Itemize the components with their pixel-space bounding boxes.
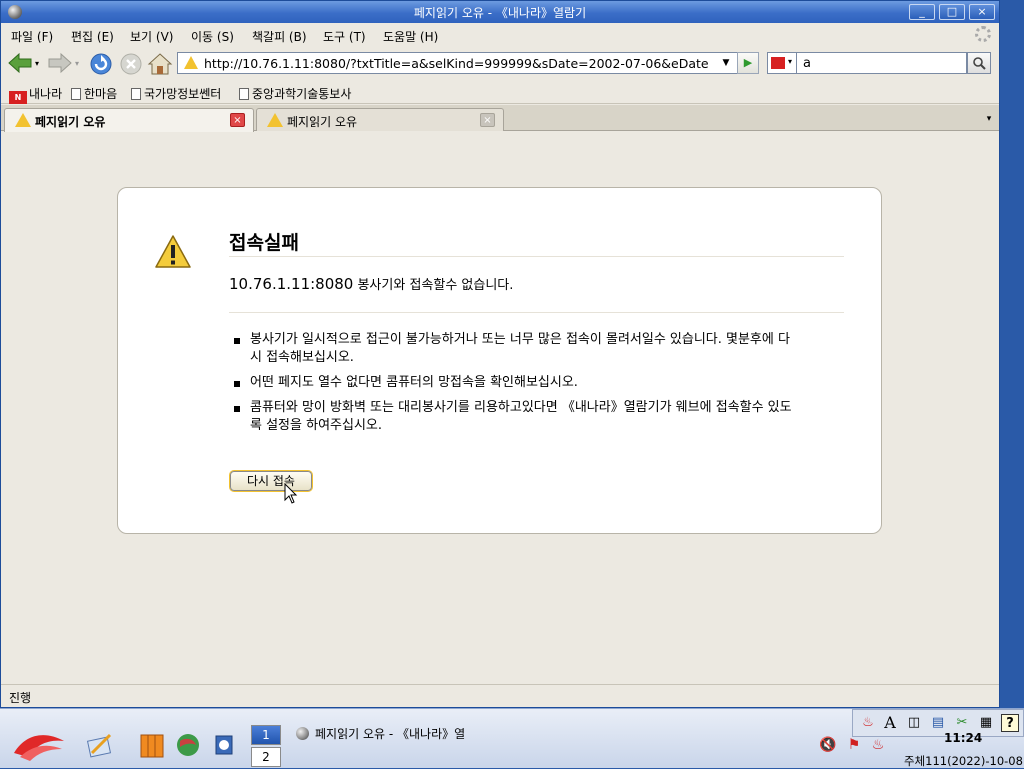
list-item: 봉사기가 일시적으로 접근이 불가능하거나 또는 너무 많은 접속이 몰려서일수… [234, 331, 794, 367]
menu-tools[interactable]: 도구 (T) [323, 28, 366, 45]
warning-icon [155, 235, 191, 268]
taskbar-window-button[interactable]: 페지읽기 오유 - 《내나라》열 [296, 725, 496, 747]
tab-label: 페지읽기 오유 [287, 115, 358, 129]
clock-time: 11:24 [944, 731, 983, 745]
tab-close-icon[interactable]: × [480, 113, 495, 127]
clock-date: 주체111(2022)-10-08 [904, 754, 1023, 768]
naenara-logo-icon: N [9, 91, 27, 104]
search-input[interactable]: a [797, 52, 967, 74]
start-menu-icon[interactable] [10, 727, 68, 763]
editor-launcher-icon[interactable] [86, 731, 114, 759]
tab-warning-icon [267, 113, 283, 127]
retry-button[interactable]: 다시 접속 [230, 471, 312, 491]
tools-icon[interactable]: ✂ [953, 714, 971, 732]
taskbar: 1 2 페지읽기 오유 - 《내나라》열 ♨ A ◫ ▤ ✂ ▦ ? 🔇 ⚑ ♨… [0, 708, 1024, 768]
workspace-1[interactable]: 1 [251, 725, 281, 745]
search-input-value: a [803, 56, 811, 71]
notepad-icon[interactable]: ▤ [929, 714, 947, 732]
status-text: 진행 [9, 691, 32, 705]
back-icon[interactable] [7, 52, 33, 74]
tab-1[interactable]: 페지읽기 오유 × [4, 108, 254, 132]
app-globe-icon [296, 727, 309, 740]
volume-muted-icon[interactable]: 🔇 [818, 737, 838, 757]
reload-icon[interactable] [89, 52, 113, 76]
status-bar: 진행 [1, 684, 999, 707]
url-bar[interactable]: http://10.76.1.11:8080/?txtTitle=a&selKi… [177, 52, 759, 74]
tab-warning-icon [15, 113, 31, 127]
menu-file[interactable]: 파일 (F) [11, 28, 53, 45]
bookmark-label: 중앙과학기술통보사 [252, 87, 352, 101]
forward-dropdown-icon[interactable]: ▾ [75, 59, 79, 68]
font-icon[interactable]: A [881, 714, 899, 732]
menu-help[interactable]: 도움말 (H) [383, 28, 438, 45]
tab-label: 페지읽기 오유 [35, 115, 106, 129]
window-split-icon[interactable]: ◫ [905, 714, 923, 732]
minimize-button[interactable]: _ [909, 4, 935, 20]
search-button[interactable] [967, 52, 991, 74]
error-message-text: 봉사기와 접속할수 없습니다. [353, 278, 514, 293]
menu-go[interactable]: 이동 (S) [191, 28, 234, 45]
tab-2[interactable]: 페지읽기 오유 × [256, 108, 504, 131]
bookmarks-toolbar: N 내나라 한마음 국가망정보쎈터 중앙과학기술통보사 [1, 80, 999, 104]
bookmark-hanmaum[interactable]: 한마음 [71, 85, 117, 102]
help-icon[interactable]: ? [1001, 714, 1019, 732]
go-button[interactable]: ▶ [737, 52, 759, 74]
error-host: 10.76.1.11:8080 [229, 275, 354, 293]
page-icon [239, 88, 249, 100]
menu-bar: 파일 (F) 편집 (E) 보기 (V) 이동 (S) 책갈피 (B) 도구 (… [1, 23, 999, 47]
bookmark-science-news[interactable]: 중앙과학기술통보사 [239, 85, 351, 102]
navigation-toolbar: ▾ ▾ http://10.76.1.11:8080/?txtTitle=a&s… [1, 47, 999, 79]
mouse-cursor-icon [284, 483, 298, 504]
bookmark-label: 한마음 [84, 87, 118, 101]
url-history-dropdown[interactable]: ▼ [717, 52, 735, 74]
tab-close-icon[interactable]: × [230, 113, 245, 127]
document-icon[interactable]: ▦ [977, 714, 995, 732]
workspace-2[interactable]: 2 [251, 747, 281, 767]
maximize-button[interactable]: □ [939, 4, 965, 20]
error-title: 접속실패 [229, 232, 299, 254]
tab-list-dropdown[interactable]: ▾ [981, 108, 997, 130]
url-warning-icon [184, 56, 198, 69]
throbber-icon [975, 26, 991, 42]
window-title: 페지읽기 오유 - 《내나라》열람기 [413, 6, 587, 20]
stop-icon[interactable] [119, 52, 143, 76]
error-help-list: 봉사기가 일시적으로 접근이 불가능하거나 또는 너무 많은 접속이 몰려서일수… [234, 331, 794, 442]
forward-icon[interactable] [47, 52, 73, 74]
browser-launcher-icon[interactable] [174, 731, 202, 759]
back-dropdown-icon[interactable]: ▾ [35, 59, 39, 68]
bookmark-national-network[interactable]: 국가망정보쎈터 [131, 85, 221, 102]
search-engine-dropdown-icon: ▾ [788, 57, 793, 66]
media-launcher-icon[interactable] [210, 731, 238, 759]
taskbar-window-title: 페지읽기 오유 - 《내나라》열 [315, 727, 466, 741]
flame-icon[interactable]: ♨ [859, 714, 877, 732]
search-icon [973, 57, 986, 70]
system-tray-panel: ♨ A ◫ ▤ ✂ ▦ ? [852, 709, 1024, 737]
menu-view[interactable]: 보기 (V) [130, 28, 173, 45]
list-item: 어떤 페지도 열수 없다면 콤퓨터의 망접속을 확인해보십시오. [234, 374, 794, 392]
divider [229, 312, 844, 313]
bookmark-label: 내나라 [29, 87, 63, 101]
page-icon [131, 88, 141, 100]
url-text[interactable]: http://10.76.1.11:8080/?txtTitle=a&selKi… [204, 56, 719, 71]
browser-window: 페지읽기 오유 - 《내나라》열람기 _ □ × 파일 (F) 편집 (E) 보… [0, 0, 1000, 708]
title-bar[interactable]: 페지읽기 오유 - 《내나라》열람기 _ □ × [1, 1, 999, 23]
page-content: 접속실패 10.76.1.11:8080 봉사기와 접속할수 없습니다. 봉사기… [1, 132, 999, 684]
tab-bar: 페지읽기 오유 × 페지읽기 오유 × ▾ [1, 105, 999, 132]
bookmark-label: 국가망정보쎈터 [144, 87, 222, 101]
menu-edit[interactable]: 편집 (E) [71, 28, 114, 45]
home-icon[interactable] [147, 52, 173, 76]
search-engine-selector[interactable]: ▾ [767, 52, 797, 74]
bookmark-naenara[interactable]: N 내나라 [9, 85, 62, 104]
network-icon[interactable]: ♨ [868, 737, 888, 757]
menu-bookmarks[interactable]: 책갈피 (B) [252, 28, 307, 45]
page-icon [71, 88, 81, 100]
search-engine-icon [771, 57, 785, 69]
flag-icon[interactable]: ⚑ [844, 737, 864, 757]
close-button[interactable]: × [969, 4, 995, 20]
files-launcher-icon[interactable] [138, 731, 166, 759]
list-item: 콤퓨터와 망이 방화벽 또는 대리봉사기를 리용하고있다면 《내나라》열람기가 … [234, 399, 794, 435]
error-message: 10.76.1.11:8080 봉사기와 접속할수 없습니다. [229, 274, 513, 293]
error-panel: 접속실패 10.76.1.11:8080 봉사기와 접속할수 없습니다. 봉사기… [117, 187, 882, 534]
divider [229, 256, 844, 257]
